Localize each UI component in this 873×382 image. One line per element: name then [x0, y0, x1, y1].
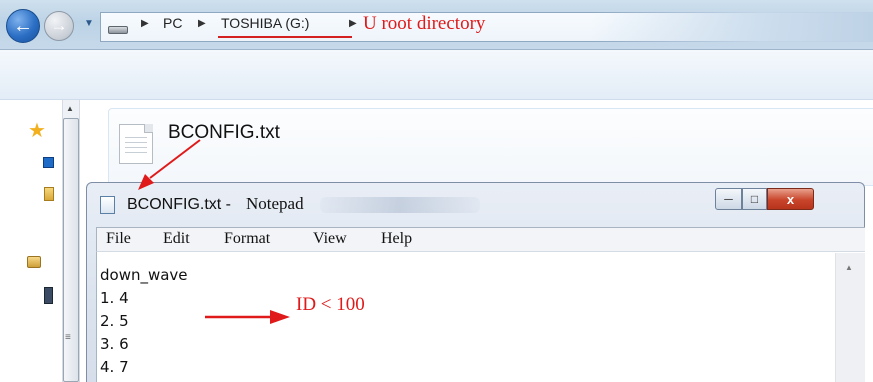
text-editor[interactable] — [96, 252, 865, 382]
desktop-icon[interactable] — [43, 157, 54, 168]
blurred-title-region — [320, 197, 480, 213]
menu-format[interactable]: Format — [224, 230, 270, 248]
file-line — [125, 147, 147, 148]
maximize-button[interactable]: □ — [742, 188, 767, 210]
back-button[interactable]: ← — [6, 9, 40, 43]
minimize-button[interactable]: ─ — [715, 188, 742, 210]
back-arrow-icon: ← — [13, 14, 33, 37]
breadcrumb-separator-icon[interactable]: ▶ — [198, 18, 206, 29]
content-line[interactable]: 2. 5 — [100, 312, 129, 330]
editor-scrollbar[interactable] — [835, 253, 865, 382]
content-line[interactable]: 4. 7 — [100, 358, 129, 376]
videos-icon[interactable] — [44, 287, 53, 304]
menu-view[interactable]: View — [313, 230, 347, 248]
forward-button[interactable]: → — [44, 11, 74, 41]
menu-bar — [96, 227, 865, 252]
breadcrumb-separator-icon[interactable]: ▶ — [349, 18, 357, 29]
menu-help[interactable]: Help — [381, 230, 412, 248]
file-line — [125, 137, 147, 138]
annotation-root-directory: U root directory — [363, 13, 486, 34]
notepad-icon[interactable] — [100, 196, 115, 214]
recent-pages-dropdown[interactable]: ▼ — [84, 18, 94, 29]
scroll-up-icon[interactable]: ▲ — [845, 263, 853, 272]
libraries-icon[interactable] — [27, 256, 41, 268]
file-line — [125, 152, 147, 153]
file-line — [125, 142, 147, 143]
close-button[interactable]: x — [767, 188, 814, 210]
forward-arrow-icon: → — [50, 16, 68, 35]
address-bar-fade — [590, 12, 873, 42]
scroll-up-icon[interactable]: ▲ — [66, 104, 74, 113]
scroll-grip-icon: ≡ — [65, 332, 71, 343]
menu-edit[interactable]: Edit — [163, 230, 190, 248]
minimize-icon: ─ — [724, 192, 733, 206]
breadcrumb-drive[interactable]: TOSHIBA (G:) — [221, 15, 309, 31]
folder-icon[interactable] — [44, 187, 54, 201]
file-item[interactable] — [108, 108, 873, 186]
notepad-title-app: Notepad — [246, 194, 304, 213]
notepad-title-file: BCONFIG.txt - — [127, 196, 231, 213]
favorites-star-icon[interactable]: ★ — [28, 118, 46, 143]
close-icon: x — [786, 191, 795, 207]
maximize-icon: □ — [750, 192, 759, 206]
file-name[interactable]: BCONFIG.txt — [168, 122, 280, 144]
annotation-underline — [218, 36, 352, 38]
breadcrumb-pc[interactable]: PC — [163, 15, 182, 31]
content-line[interactable]: 3. 6 — [100, 335, 129, 353]
drive-icon — [108, 26, 128, 34]
file-fold — [144, 124, 153, 133]
breadcrumb-separator-icon[interactable]: ▶ — [141, 18, 149, 29]
command-toolbar — [0, 50, 873, 100]
text-file-icon[interactable] — [119, 124, 153, 164]
annotation-id-note: ID < 100 — [296, 294, 365, 315]
menu-file[interactable]: File — [106, 230, 131, 248]
content-line[interactable]: 1. 4 — [100, 289, 129, 307]
content-line[interactable]: down_wave — [100, 266, 188, 284]
